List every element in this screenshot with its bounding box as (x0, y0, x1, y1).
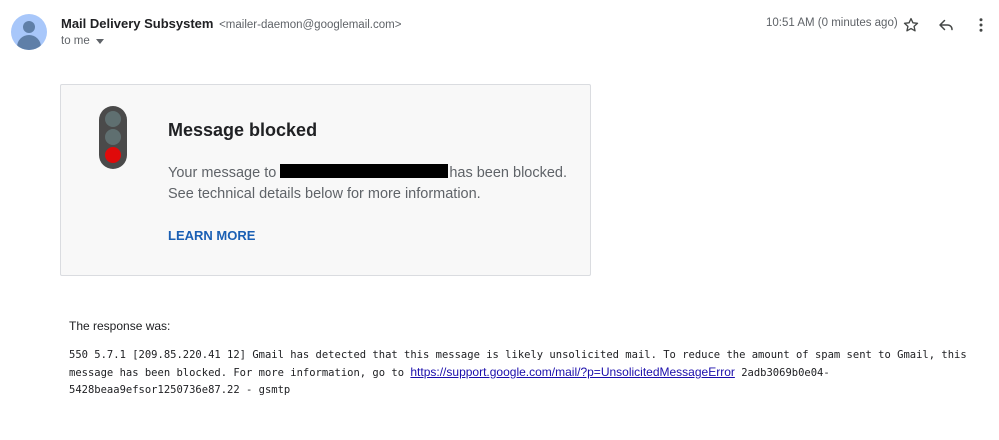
card-title: Message blocked (168, 120, 318, 140)
sender-email: <mailer-daemon@googlemail.com> (219, 19, 402, 31)
card-body-line2: See technical details below for more inf… (168, 186, 481, 202)
sender-name[interactable]: Mail Delivery Subsystem (61, 16, 213, 31)
avatar-head-shape (23, 21, 35, 33)
support-link[interactable]: https://support.google.com/mail/?p=Unsol… (410, 365, 735, 379)
blocked-message-card: Message blocked Your message to has been… (60, 84, 591, 276)
star-icon[interactable] (899, 13, 923, 37)
traffic-light-top (105, 111, 121, 127)
message-timestamp: 10:51 AM (0 minutes ago) (766, 17, 898, 29)
response-details: 550 5.7.1 [209.85.220.41 12] Gmail has d… (69, 347, 981, 399)
sender-avatar[interactable] (11, 14, 47, 50)
traffic-light-icon (99, 106, 127, 169)
recipient-details-toggle[interactable]: to me (61, 35, 104, 47)
card-body-prefix: Your message to (168, 165, 277, 181)
card-body-suffix: has been blocked. (449, 165, 568, 181)
card-body: Your message to has been blocked. See te… (168, 163, 578, 205)
chevron-down-icon[interactable] (95, 39, 104, 44)
reply-icon[interactable] (934, 13, 958, 37)
traffic-light-middle (105, 129, 121, 145)
learn-more-link[interactable]: LEARN MORE (168, 228, 255, 243)
redacted-recipient (280, 164, 449, 178)
avatar-shoulders-shape (17, 35, 41, 50)
sender-line: Mail Delivery Subsystem <mailer-daemon@g… (61, 16, 401, 31)
recipient-label: to me (61, 35, 90, 47)
more-vert-icon[interactable] (969, 13, 993, 37)
response-label: The response was: (69, 319, 171, 333)
traffic-light-bottom-red (105, 147, 121, 163)
